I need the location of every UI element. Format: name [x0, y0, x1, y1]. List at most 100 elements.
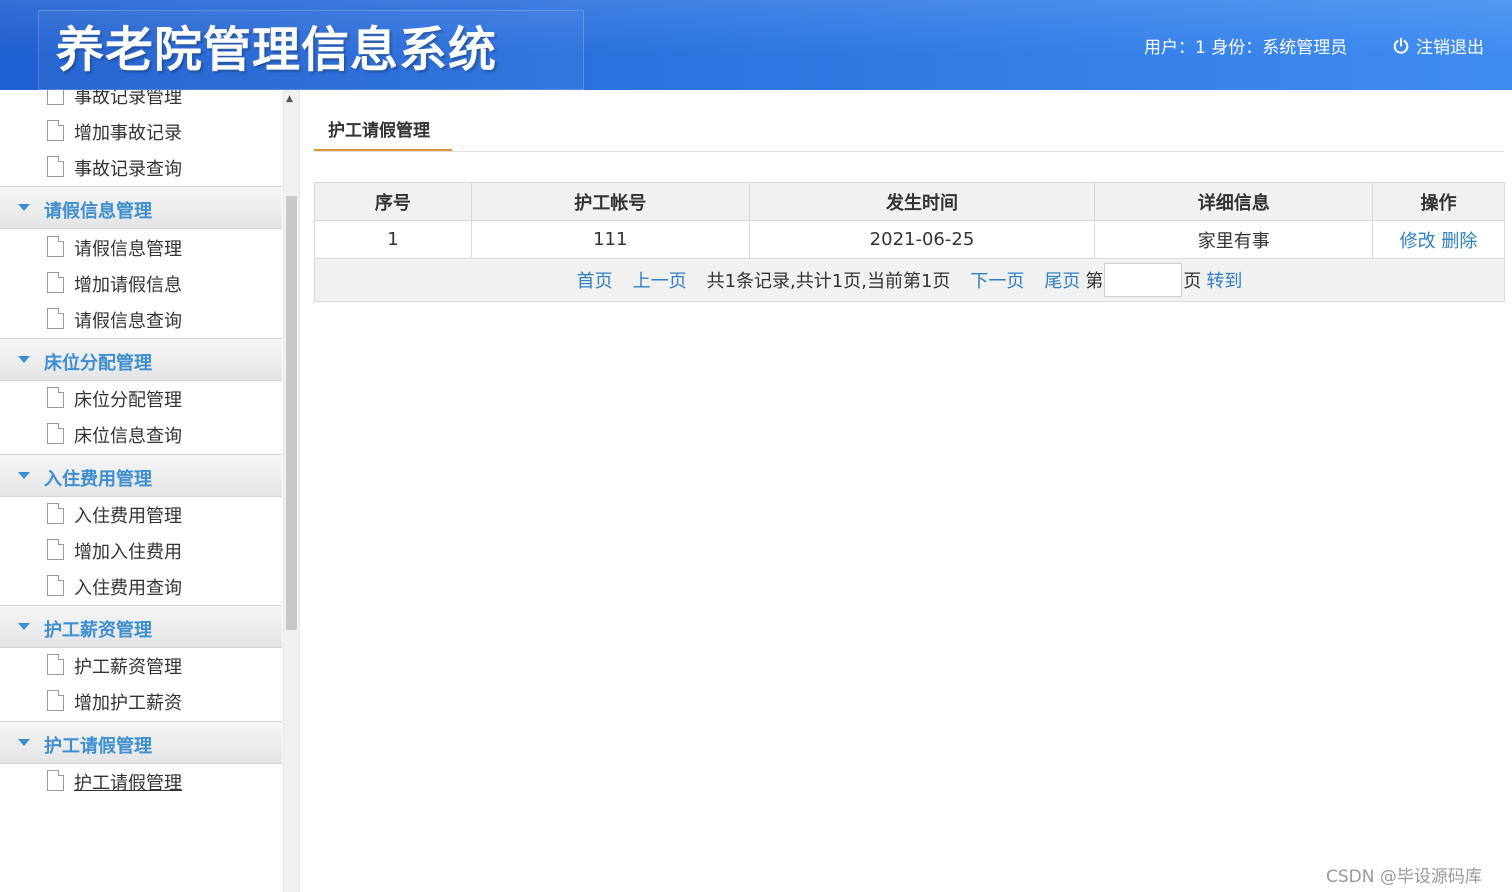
scrollbar-thumb[interactable]: [286, 196, 297, 630]
sidebar-group-bed-allocation[interactable]: 床位分配管理: [0, 338, 282, 381]
sidebar-item-accident-query[interactable]: 事故记录查询: [0, 150, 282, 186]
sidebar-item-partial: [0, 802, 282, 808]
sidebar-item-leave-query[interactable]: 请假信息查询: [0, 302, 282, 338]
document-icon: [47, 690, 64, 711]
watermark: CSDN @毕设源码库: [1326, 867, 1482, 887]
delete-link[interactable]: 删除: [1441, 231, 1477, 252]
document-icon: [47, 654, 64, 675]
pagination: 首页 上一页 共1条记录,共计1页,当前第1页 下一页 尾页 第 页 转到: [577, 263, 1242, 297]
top-header: 养老院管理信息系统 用户：1 身份：系统管理员 注销退出: [0, 0, 1512, 90]
caret-down-icon: [18, 472, 30, 479]
sidebar-group-label: 入住费用管理: [44, 469, 152, 490]
sidebar-item-label: 事故记录管理: [74, 90, 182, 108]
sidebar-item-fee-manage[interactable]: 入住费用管理: [0, 497, 282, 533]
sidebar-group-caregiver-salary[interactable]: 护工薪资管理: [0, 605, 282, 648]
sidebar-item-add-leave[interactable]: 增加请假信息: [0, 266, 282, 302]
sidebar-item-caregiver-leave-manage[interactable]: 护工请假管理: [0, 764, 282, 800]
document-icon: [47, 387, 64, 408]
sidebar-item-label: 护工薪资管理: [74, 657, 182, 678]
power-icon: [1393, 37, 1409, 54]
page-prefix-label: 第: [1085, 271, 1104, 292]
document-icon: [47, 120, 64, 141]
sidebar-item-add-accident[interactable]: 增加事故记录: [0, 114, 282, 150]
sidebar-item-label: 护工请假管理: [74, 773, 182, 794]
tab-caregiver-leave[interactable]: 护工请假管理: [328, 116, 430, 141]
sidebar-item-accident-manage[interactable]: 事故记录管理: [0, 90, 282, 114]
sidebar-item-leave-manage[interactable]: 请假信息管理: [0, 230, 282, 266]
sidebar-group-checkin-fee[interactable]: 入住费用管理: [0, 454, 282, 497]
sidebar-item-label: 床位分配管理: [74, 390, 182, 411]
sidebar-item-salary-manage[interactable]: 护工薪资管理: [0, 648, 282, 684]
document-icon: [47, 575, 64, 596]
sidebar-item-label: 入住费用管理: [74, 506, 182, 527]
page-suffix-label: 页: [1183, 271, 1202, 292]
column-header-account: 护工帐号: [470, 182, 750, 221]
logout-label: 注销退出: [1416, 38, 1484, 58]
content-divider: [299, 90, 300, 892]
table-header-row: 序号 护工帐号 发生时间 详细信息 操作: [314, 182, 1505, 221]
sidebar-item-label: 入住费用查询: [74, 578, 182, 599]
sidebar-item-bed-query[interactable]: 床位信息查询: [0, 417, 282, 453]
table-row: 1 111 2021-06-25 家里有事 修改 删除: [314, 220, 1505, 259]
column-header-detail: 详细信息: [1094, 182, 1374, 221]
last-page-link[interactable]: 尾页: [1044, 267, 1080, 293]
caret-down-icon: [18, 623, 30, 630]
sidebar-group-leave-info[interactable]: 请假信息管理: [0, 186, 282, 229]
goto-page-link[interactable]: 转到: [1206, 267, 1242, 293]
sidebar-item-label: 事故记录查询: [74, 159, 182, 180]
sidebar-item-label: 增加护工薪资: [74, 693, 182, 714]
sidebar-group-caregiver-leave[interactable]: 护工请假管理: [0, 721, 282, 764]
document-icon: [47, 770, 64, 791]
sidebar-item-label: 增加请假信息: [74, 275, 182, 296]
logo-panel: [38, 10, 584, 90]
page-number-input[interactable]: [1104, 263, 1183, 297]
pager-row: 首页 上一页 共1条记录,共计1页,当前第1页 下一页 尾页 第 页 转到: [314, 258, 1505, 302]
cell-detail: 家里有事: [1094, 220, 1374, 259]
document-icon: [47, 308, 64, 329]
tab-divider: [314, 151, 1504, 152]
document-icon: [47, 272, 64, 293]
pager-cell: 首页 上一页 共1条记录,共计1页,当前第1页 下一页 尾页 第 页 转到: [314, 258, 1505, 302]
sidebar-group-label: 床位分配管理: [44, 353, 152, 374]
sidebar-item-fee-query[interactable]: 入住费用查询: [0, 569, 282, 605]
caret-down-icon: [18, 356, 30, 363]
document-icon: [47, 236, 64, 257]
logout-button[interactable]: 注销退出: [1392, 33, 1484, 58]
user-info: 用户：1 身份：系统管理员: [1144, 38, 1348, 58]
sidebar-item-label: 请假信息管理: [74, 239, 182, 260]
edit-link[interactable]: 修改: [1400, 231, 1436, 252]
column-header-index: 序号: [314, 182, 472, 221]
leave-table: 序号 护工帐号 发生时间 详细信息 操作 1 111 2021-06-25 家里…: [314, 182, 1505, 302]
system-title: 养老院管理信息系统: [56, 22, 498, 78]
sidebar-item-label: 增加事故记录: [74, 123, 182, 144]
cell-actions: 修改 删除: [1372, 220, 1505, 259]
next-page-link[interactable]: 下一页: [970, 267, 1024, 293]
caret-down-icon: [18, 739, 30, 746]
sidebar-item-label: 床位信息查询: [74, 426, 182, 447]
first-page-link[interactable]: 首页: [577, 267, 613, 293]
cell-index: 1: [314, 220, 472, 259]
sidebar-item-label: 请假信息查询: [74, 311, 182, 332]
sidebar-group-label: 护工请假管理: [44, 736, 152, 757]
sidebar-group-label: 请假信息管理: [44, 201, 152, 222]
sidebar-group-label: 护工薪资管理: [44, 620, 152, 641]
scroll-up-arrow-icon[interactable]: ▲: [286, 94, 293, 104]
pager-summary: 共1条记录,共计1页,当前第1页: [706, 271, 951, 292]
cell-account: 111: [470, 220, 750, 259]
document-icon: [47, 423, 64, 444]
sidebar-item-bed-manage[interactable]: 床位分配管理: [0, 381, 282, 417]
sidebar-menu: 事故记录管理 增加事故记录 事故记录查询 请假信息管理 请假信息管理 增加请假信…: [0, 90, 283, 892]
document-icon: [47, 539, 64, 560]
document-icon: [47, 156, 64, 177]
sidebar-scrollbar[interactable]: ▲: [283, 90, 300, 892]
column-header-time: 发生时间: [748, 182, 1096, 221]
prev-page-link[interactable]: 上一页: [633, 267, 687, 293]
sidebar-item-add-fee[interactable]: 增加入住费用: [0, 533, 282, 569]
cell-time: 2021-06-25: [748, 220, 1096, 259]
document-icon: [47, 90, 64, 105]
caret-down-icon: [18, 204, 30, 211]
column-header-actions: 操作: [1372, 182, 1505, 221]
document-icon: [47, 503, 64, 524]
sidebar-item-add-salary[interactable]: 增加护工薪资: [0, 684, 282, 720]
sidebar-item-label: 增加入住费用: [74, 542, 182, 563]
